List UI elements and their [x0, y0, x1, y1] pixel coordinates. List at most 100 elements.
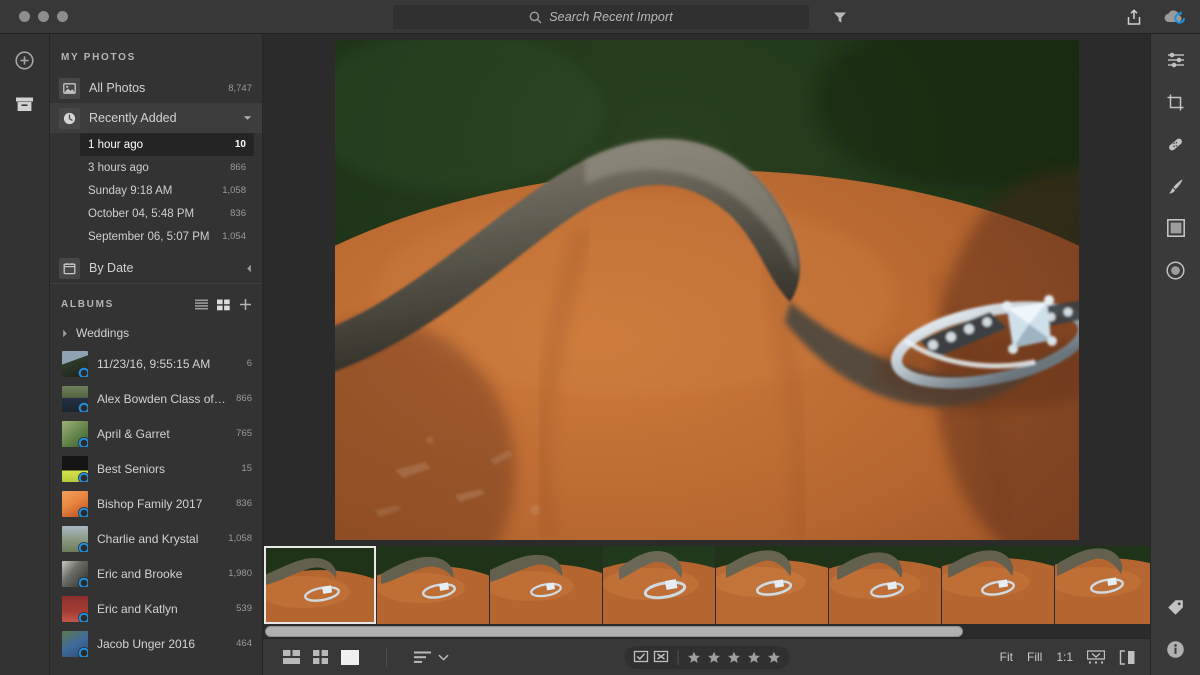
album-thumbnail — [62, 595, 88, 622]
album-row[interactable]: Alex Bowden Class of… 866 — [50, 381, 262, 416]
album-label: April & Garret — [97, 426, 170, 441]
single-photo-icon[interactable] — [341, 649, 359, 665]
album-count: 1,058 — [228, 533, 252, 544]
grid-view-icon[interactable] — [217, 299, 230, 311]
album-row[interactable]: Eric and Brooke 1,980 — [50, 556, 262, 591]
filmstrip-thumbnail[interactable] — [716, 546, 828, 624]
album-row[interactable]: Jacob Unger 2016 464 — [50, 626, 262, 661]
star-icon[interactable] — [687, 651, 700, 664]
recent-item-3-hours-ago[interactable]: 3 hours ago 866 — [80, 156, 254, 179]
recent-item-label: October 04, 5:48 PM — [88, 207, 195, 220]
album-count: 765 — [236, 428, 252, 439]
add-album-icon[interactable] — [239, 298, 252, 311]
star-rating[interactable] — [687, 651, 780, 664]
flag-pick-icon[interactable] — [633, 650, 648, 664]
left-rail — [0, 34, 50, 675]
filmstrip-thumbnail[interactable] — [264, 546, 376, 624]
title-bar: Search Recent Import — [0, 0, 1200, 34]
recent-item-label: 3 hours ago — [88, 161, 149, 174]
search-input[interactable]: Search Recent Import — [393, 5, 809, 29]
sync-badge-icon — [78, 401, 88, 412]
filmstrip-thumbnail[interactable] — [829, 546, 941, 624]
album-row[interactable]: Eric and Katlyn 539 — [50, 591, 262, 626]
flag-reject-icon[interactable] — [653, 650, 668, 664]
album-row[interactable]: Charlie and Krystal 1,058 — [50, 521, 262, 556]
list-view-icon[interactable] — [195, 299, 208, 310]
before-after-icon[interactable] — [1119, 649, 1136, 665]
album-count: 15 — [241, 463, 252, 474]
add-photos-button[interactable] — [11, 46, 39, 74]
zoom-fit-button[interactable]: Fit — [1000, 650, 1013, 664]
star-icon[interactable] — [767, 651, 780, 664]
album-count: 539 — [236, 603, 252, 614]
filter-button[interactable] — [829, 7, 851, 27]
titlebar-actions — [1126, 0, 1186, 34]
sidebar-item-all-photos[interactable]: All Photos 8,747 — [50, 73, 262, 103]
brush-button[interactable] — [1162, 172, 1190, 200]
filmstrip-scrollbar[interactable] — [265, 626, 1114, 637]
filmstrip-thumbnail[interactable] — [490, 546, 602, 624]
filmstrip-thumbnail[interactable] — [603, 546, 715, 624]
filter-funnel-icon — [833, 11, 847, 24]
star-icon[interactable] — [747, 651, 760, 664]
zoom-1to1-button[interactable]: 1:1 — [1056, 650, 1073, 664]
sync-badge-icon — [78, 541, 88, 552]
album-group-weddings[interactable]: Weddings — [50, 320, 262, 346]
gradient-square-icon — [1166, 219, 1185, 237]
tag-icon — [1166, 598, 1185, 617]
recent-item-label: September 06, 5:07 PM — [88, 230, 210, 243]
share-export-icon[interactable] — [1126, 8, 1142, 26]
star-icon[interactable] — [707, 651, 720, 664]
close-button[interactable] — [19, 11, 30, 22]
recent-item-september-06[interactable]: September 06, 5:07 PM 1,054 — [80, 225, 254, 248]
recent-item-1-hour-ago[interactable]: 1 hour ago 10 — [80, 133, 254, 156]
sidebar-item-by-date[interactable]: By Date — [50, 253, 262, 283]
album-thumbnail — [62, 560, 88, 587]
chevron-down-icon — [438, 654, 449, 661]
recent-item-sunday[interactable]: Sunday 9:18 AM 1,058 — [80, 179, 254, 202]
linear-gradient-button[interactable] — [1162, 214, 1190, 242]
album-row[interactable]: 11/23/16, 9:55:15 AM 6 — [50, 346, 262, 381]
sort-button[interactable] — [414, 651, 449, 664]
main-body: MY PHOTOS All Photos 8,747 Recently Adde… — [0, 34, 1200, 675]
maximize-button[interactable] — [57, 11, 68, 22]
album-thumbnail — [62, 490, 88, 517]
album-label: Best Seniors — [97, 461, 166, 476]
zoom-fill-button[interactable]: Fill — [1027, 650, 1042, 664]
paint-brush-icon — [1166, 177, 1185, 196]
filmstrip-scrollbar-thumb[interactable] — [265, 626, 963, 637]
grid-view-icon[interactable] — [313, 650, 328, 664]
album-row[interactable]: April & Garret 765 — [50, 416, 262, 451]
radial-gradient-button[interactable] — [1162, 256, 1190, 284]
sync-badge-icon — [78, 366, 88, 377]
info-button[interactable] — [1162, 635, 1190, 663]
sync-badge-icon — [78, 471, 88, 482]
recently-added-label: Recently Added — [89, 111, 177, 125]
edit-sliders-button[interactable] — [1162, 46, 1190, 74]
sidebar-item-recently-added[interactable]: Recently Added — [50, 103, 262, 133]
album-thumbnail — [62, 525, 88, 552]
toolbar-divider — [386, 647, 387, 667]
healing-brush-button[interactable] — [1162, 130, 1190, 158]
archive-button[interactable] — [11, 90, 39, 118]
albums-header-actions — [195, 298, 252, 311]
tags-button[interactable] — [1162, 593, 1190, 621]
minimize-button[interactable] — [38, 11, 49, 22]
window-controls[interactable] — [0, 11, 68, 22]
chevron-left-icon — [246, 264, 252, 273]
detail-view-icon[interactable] — [283, 650, 300, 664]
cloud-sync-icon[interactable] — [1162, 8, 1186, 26]
view-mode-group — [263, 647, 449, 667]
crop-button[interactable] — [1162, 88, 1190, 116]
recent-item-october-04[interactable]: October 04, 5:48 PM 836 — [80, 202, 254, 225]
star-icon[interactable] — [727, 651, 740, 664]
filmstrip-thumbnail[interactable] — [942, 546, 1054, 624]
filmstrip-thumbnail[interactable] — [377, 546, 489, 624]
album-row[interactable]: Bishop Family 2017 836 — [50, 486, 262, 521]
filmstrip-track[interactable] — [263, 546, 1167, 624]
filmstrip-icon[interactable] — [1087, 650, 1105, 664]
all-photos-label: All Photos — [89, 81, 146, 95]
album-label: 11/23/16, 9:55:15 AM — [97, 356, 211, 371]
main-photo[interactable] — [334, 40, 1079, 540]
album-row[interactable]: Best Seniors 15 — [50, 451, 262, 486]
